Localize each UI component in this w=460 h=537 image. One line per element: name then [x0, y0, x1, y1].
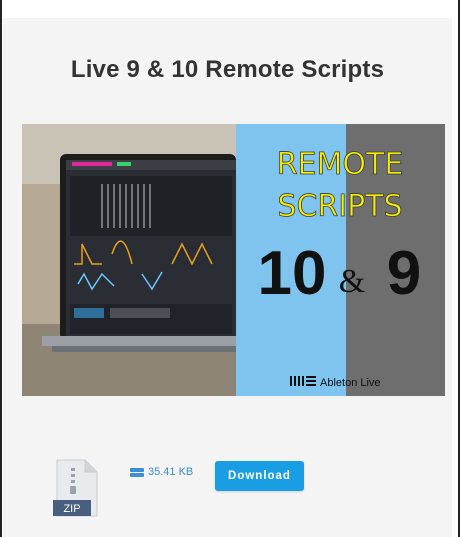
file-size-value: 35.41 KB [148, 466, 194, 478]
download-button[interactable]: Download [215, 461, 304, 491]
zip-type-label: ZIP [63, 503, 80, 515]
banner-image: REMOTE SCRIPTS 10 & 9 Ableton Live [22, 124, 445, 396]
banner-remote-text: REMOTE [277, 147, 404, 182]
banner-brand-text: Ableton Live [320, 377, 381, 389]
page-title: Live 9 & 10 Remote Scripts [70, 56, 385, 83]
zip-file-icon: ZIP [53, 458, 101, 518]
hard-drive-icon [130, 467, 144, 477]
banner-number-right: 9 [387, 239, 421, 308]
banner-scripts-text: SCRIPTS [277, 189, 402, 224]
banner-ampersand: & [339, 263, 365, 300]
banner-number-left: 10 [258, 239, 327, 308]
file-size: 35.41 KB [130, 466, 193, 478]
